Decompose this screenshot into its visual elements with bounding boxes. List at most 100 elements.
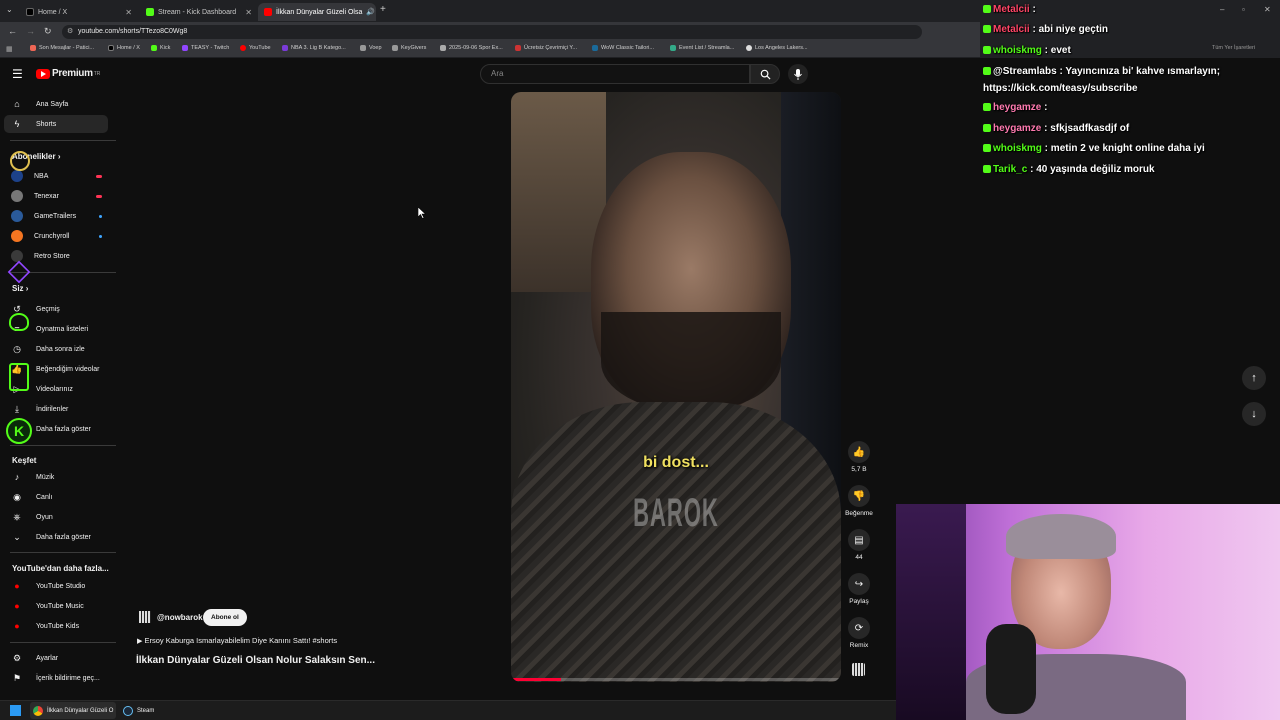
avatar (11, 210, 23, 222)
sidebar-item-gaming[interactable]: ⎈ Oyun (4, 508, 108, 526)
sidebar-subscription-crunchyroll[interactable]: Crunchyroll (4, 227, 108, 245)
close-icon[interactable]: ✕ (245, 8, 252, 17)
bookmark-item[interactable]: TEASY - Twitch (182, 45, 229, 51)
sidebar-item-home[interactable]: ⌂ Ana Sayfa (4, 95, 108, 113)
close-window-icon[interactable]: ✕ (1264, 5, 1271, 14)
divider (10, 552, 116, 553)
sidebar-item-shorts[interactable]: ϟ Shorts (4, 115, 108, 133)
dislike-button[interactable]: 👎 Beğenme (842, 485, 876, 517)
sidebar-item-music[interactable]: ♪ Müzik (4, 468, 108, 486)
bookmark-item[interactable]: YouTube (240, 45, 271, 51)
bookmark-item[interactable]: Son Mesajlar - Patici... (30, 45, 94, 51)
sidebar-item-label: Ayarlar (36, 654, 59, 662)
bookmark-label: Voep (369, 45, 382, 51)
sidebar-item-downloads[interactable]: ⤓ İndirilenler (4, 400, 108, 418)
close-icon[interactable]: ✕ (125, 8, 132, 17)
next-short-button[interactable]: ↓ (1242, 402, 1266, 426)
chat-message: https://kick.com/teasy/subscribe (983, 83, 1138, 94)
sound-label: Ersoy Kaburga Ismarlayabilelim Diye Kanı… (144, 636, 338, 645)
chat-message: heygamze : (983, 102, 1050, 113)
bookmark-favicon-icon (151, 45, 157, 51)
gamepad-icon: ⎈ (13, 511, 21, 522)
sidebar-item-watch-later[interactable]: ◷ Daha sonra izle (4, 340, 108, 358)
bookmark-item[interactable]: KeyGivers (392, 45, 426, 51)
share-icon: ↪ (848, 573, 870, 595)
bookmark-favicon-icon (108, 45, 114, 51)
short-video-player[interactable]: bi dost... BAROK (511, 92, 841, 682)
sidebar-subscription-tenexar[interactable]: Tenexar (4, 187, 108, 205)
previous-short-button[interactable]: ↑ (1242, 366, 1266, 390)
sidebar-subscription-gametrailers[interactable]: GameTrailers (4, 207, 108, 225)
sidebar-item-label: Canlı (36, 493, 53, 501)
sidebar-item-youtube-kids[interactable]: ● YouTube Kids (4, 617, 108, 635)
new-tab-button[interactable]: + (380, 4, 386, 15)
channel-avatar[interactable] (139, 611, 151, 623)
chat-separator: : (1041, 143, 1051, 154)
menu-icon[interactable]: ☰ (12, 67, 23, 81)
bookmark-favicon-icon (515, 45, 521, 51)
bookmark-favicon-icon (670, 45, 676, 51)
like-button[interactable]: 👍 5,7 B (845, 441, 873, 473)
subscribe-button[interactable]: Abone ol (203, 609, 247, 626)
sidebar-item-youtube-music[interactable]: ● YouTube Music (4, 597, 108, 615)
bookmark-item[interactable]: Home / X (108, 45, 140, 51)
youtube-header: ☰ Premium TR Ara (0, 58, 980, 90)
tab-x[interactable]: Home / X ✕ (20, 3, 138, 21)
tab-list-icon[interactable]: ⌄ (6, 5, 13, 14)
url-field[interactable]: ⚙ youtube.com/shorts/TTezo8C0Wg8 (62, 25, 922, 39)
bookmark-label: Ücretsiz Çevrimiçi Y... (524, 45, 577, 51)
maximize-icon[interactable]: ▫ (1242, 5, 1245, 14)
chat-username: whoiskmg (993, 143, 1042, 154)
bookmark-item[interactable]: Voep (360, 45, 382, 51)
sidebar-item-youtube-studio[interactable]: ● YouTube Studio (4, 577, 108, 595)
sidebar-item-report-history[interactable]: ⚑ İçerik bildirime geç... (4, 669, 108, 687)
sidebar-item-explore-more[interactable]: ⌄ Daha fazla göster (4, 528, 108, 546)
minimize-icon[interactable]: – (1220, 5, 1224, 14)
tab-kick-dashboard[interactable]: Stream - Kick Dashboard ✕ (140, 3, 258, 21)
bookmark-label: Kick (160, 45, 171, 51)
apps-icon[interactable]: ▦ (6, 45, 13, 53)
comments-button[interactable]: ▤ 44 (845, 529, 873, 561)
remix-button[interactable]: ⟳ Remix (845, 617, 873, 649)
bookmark-item[interactable]: 2025-09-06 Spor Ex... (440, 45, 503, 51)
you-header[interactable]: Siz › (12, 284, 28, 293)
site-info-icon[interactable]: ⚙ (67, 25, 73, 39)
sidebar-item-label: YouTube Music (36, 602, 84, 610)
bookmark-label: Event List / Streamla... (679, 45, 735, 51)
sidebar-item-settings[interactable]: ⚙ Ayarlar (4, 649, 108, 667)
live-indicator (96, 194, 102, 198)
taskbar-item-browser[interactable]: İlkkan Dünyalar Güzeli O (30, 702, 116, 719)
bookmark-item[interactable]: Los Angeles Lakers... (746, 45, 808, 51)
forward-icon[interactable]: → (26, 26, 35, 36)
sound-thumbnail[interactable] (852, 663, 865, 676)
youtube-logo[interactable]: Premium TR (36, 68, 100, 79)
bookmark-item[interactable]: Ücretsiz Çevrimiçi Y... (515, 45, 577, 51)
taskbar-item-steam[interactable]: Steam (120, 702, 160, 719)
url-text: youtube.com/shorts/TTezo8C0Wg8 (78, 28, 188, 35)
bookmark-item[interactable]: Event List / Streamla... (670, 45, 734, 51)
sound-link[interactable]: ▶ Ersoy Kaburga Ismarlayabilelim Diye Ka… (137, 636, 337, 645)
search-input[interactable]: Ara (480, 64, 750, 84)
share-button[interactable]: ↪ Paylaş (845, 573, 873, 605)
video-progress-track[interactable] (511, 678, 841, 681)
chat-text: Yayıncınıza bi' kahve ısmarlayın; (1065, 66, 1221, 77)
bookmark-item[interactable]: WoW Classic Tailori... (592, 45, 654, 51)
reload-icon[interactable]: ↻ (44, 26, 52, 37)
comment-icon: ▤ (848, 529, 870, 551)
short-title[interactable]: İlkkan Dünyalar Güzeli Olsan Nolur Salak… (136, 655, 375, 666)
channel-watermark: BAROK (633, 490, 719, 535)
tab-youtube-short[interactable]: İlkkan Dünyalar Güzeli Olsa 🔊 ✕ (258, 3, 376, 21)
speaker-icon[interactable]: 🔊 (366, 8, 375, 16)
all-bookmarks-link[interactable]: Tüm Yer İşaretleri (1212, 45, 1255, 51)
voice-search-button[interactable] (788, 64, 808, 84)
avatar (11, 170, 23, 182)
channel-name[interactable]: @nowbarok (157, 613, 203, 622)
windows-start-icon[interactable] (10, 705, 21, 716)
chat-text: evet (1050, 45, 1071, 56)
bookmark-item[interactable]: NBA 3. Lig B Katego... (282, 45, 346, 51)
youtube-play-logo-icon (36, 68, 50, 79)
bookmark-item[interactable]: Kick (151, 45, 170, 51)
search-button[interactable] (750, 64, 780, 84)
sidebar-item-live[interactable]: ◉ Canlı (4, 488, 108, 506)
back-icon[interactable]: ← (8, 26, 17, 36)
